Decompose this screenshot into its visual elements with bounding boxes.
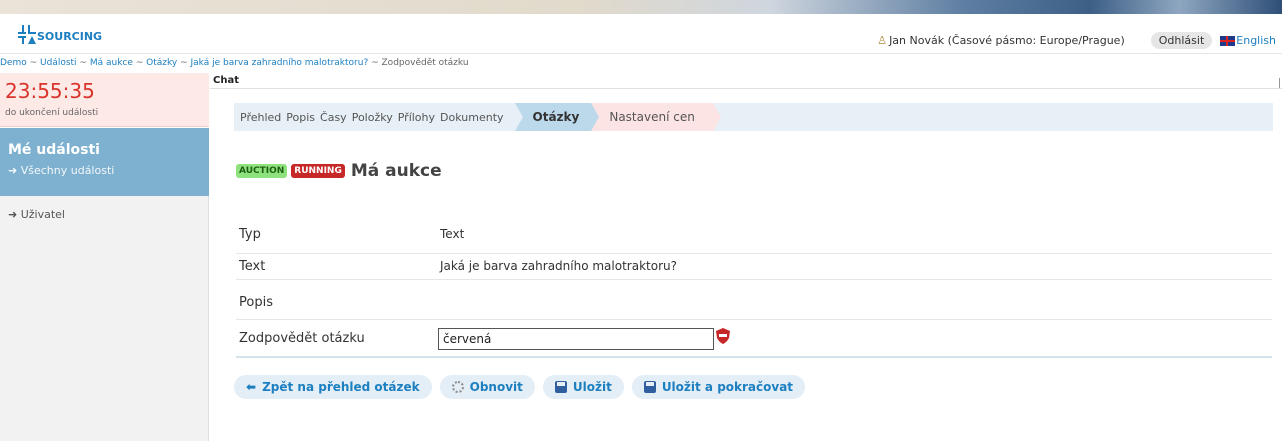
breadcrumb-demo[interactable]: Demo [0,58,27,68]
logo-icon [18,25,36,44]
answer-row: Zodpovědět otázku [236,320,1272,358]
sidebar-item-user[interactable]: ➜ Uživatel [8,208,65,221]
my-events-title: Mé události [8,142,100,158]
auction-badge: AUCTION [236,164,288,178]
type-row: Typ Text [236,218,1272,254]
description-label: Popis [239,295,273,310]
logout-button[interactable]: Odhlásit [1150,32,1213,49]
logo[interactable]: SOURCING [18,22,102,46]
tab-items[interactable]: Položky [352,111,393,124]
status-badge: RUNNING [291,164,345,178]
chat-label[interactable]: Chat [213,75,239,86]
floppy-icon [554,381,567,393]
page-title: Má aukce [350,161,442,181]
save-button[interactable]: Uložit [542,375,624,399]
text-row: Text Jaká je barva zahradního malotrakto… [236,254,1272,280]
save-continue-button[interactable]: Uložit a pokračovat [631,375,806,399]
back-to-questions-button[interactable]: ⬅ Zpět na přehled otázek [234,375,432,399]
description-row: Popis [236,280,1272,320]
uk-flag-icon [1220,35,1236,46]
save-label: Uložit [572,380,612,394]
text-value: Jaká je barva zahradního malotraktoru? [440,259,677,273]
save-continue-label: Uložit a pokračovat [661,380,794,394]
refresh-label: Obnovit [469,380,523,394]
user-name: Jan Novák (Časové pásmo: Europe/Prague) [889,34,1125,47]
type-label: Typ [239,227,261,242]
logo-text: SOURCING [37,29,103,43]
scroll-edge [1279,78,1280,88]
header-banner [0,0,1282,14]
breadcrumb-question[interactable]: Jaká je barva zahradního malotraktoru? [191,58,369,68]
all-events-link[interactable]: ➜ Všechny události [8,164,114,177]
answer-input[interactable] [438,328,714,350]
tab-times[interactable]: Časy [320,111,347,124]
language-switch[interactable]: English [1220,34,1276,47]
breadcrumb-questions[interactable]: Otázky [146,58,177,68]
tab-questions[interactable]: Otázky [514,103,592,131]
tab-description[interactable]: Popis [286,111,315,124]
gear-icon [451,381,464,393]
tab-price-settings[interactable]: Nastavení cen [591,103,722,131]
action-bar: ⬅ Zpět na přehled otázek Obnovit Uložit U… [234,375,806,399]
countdown-timer: 23:55:35 [5,79,95,103]
divider [210,88,1282,89]
breadcrumb-current: Zodpovědět otázku [381,58,469,68]
countdown-box: 23:55:35 do ukončení události [0,73,209,127]
refresh-button[interactable]: Obnovit [439,375,535,399]
required-shield-icon [716,328,730,344]
breadcrumb-my-auction[interactable]: Má aukce [90,58,133,68]
tab-attachments[interactable]: Přílohy [398,111,435,124]
tab-overview[interactable]: Přehled [240,111,281,124]
user-area: ♙ Jan Novák (Časové pásmo: Europe/Prague)… [877,32,1276,49]
breadcrumb: Demo ~ Události ~ Má aukce ~ Otázky ~ Ja… [0,58,469,68]
user-icon: ♙ [877,34,888,47]
user-info[interactable]: ♙ Jan Novák (Časové pásmo: Europe/Prague) [877,34,1125,47]
tab-documents[interactable]: Dokumenty [440,111,503,124]
countdown-label: do ukončení události [5,108,99,118]
my-events-panel: Mé události ➜ Všechny události [0,128,209,196]
answer-label: Zodpovědět otázku [239,331,365,346]
breadcrumb-events[interactable]: Události [40,58,77,68]
tab-bar: Přehled Popis Časy Položky Přílohy Dokum… [234,103,1273,131]
language-label: English [1236,34,1276,47]
floppy-plus-icon [643,381,656,393]
header: SOURCING ♙ Jan Novák (Časové pásmo: Europ… [0,14,1282,54]
arrow-left-icon: ⬅ [246,380,257,394]
back-label: Zpět na přehled otázek [262,380,420,394]
type-value: Text [440,227,465,241]
sidebar: ➜ Uživatel [0,196,209,441]
event-title-row: AUCTION RUNNING Má aukce [236,161,442,181]
text-label: Text [239,259,266,274]
